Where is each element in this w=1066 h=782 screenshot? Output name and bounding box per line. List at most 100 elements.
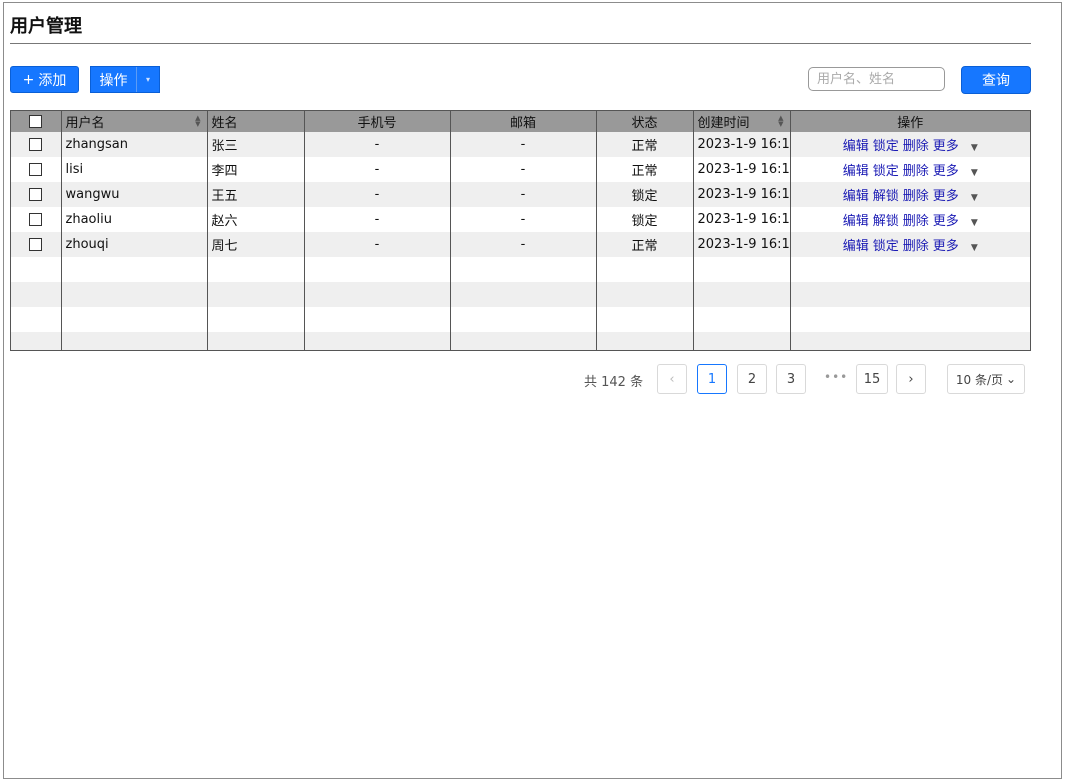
row-select-cell[interactable] (11, 182, 61, 207)
add-button-label: 添加 (38, 72, 67, 89)
page-15-button[interactable]: 15 (856, 364, 888, 394)
cell-phone: - (303, 207, 450, 232)
table-header-row: 用户名 ▲ ▼ 姓名 手机号 邮箱 状态 创建时间 ▲ ▼ 操作 (11, 111, 1030, 132)
user-table: 用户名 ▲ ▼ 姓名 手机号 邮箱 状态 创建时间 ▲ ▼ 操作 zhangsan 张… (10, 110, 1031, 351)
chevron-down-icon[interactable]: ▼ (971, 218, 978, 228)
ellipsis-icon[interactable]: ••• (824, 370, 848, 384)
table-row[interactable]: wangwu 王五 - - 锁定 2023-1-9 16:1 编辑 解锁 删除 更多 ▼ (11, 182, 1030, 207)
column-header-name: 姓名 (206, 111, 304, 132)
table-row[interactable]: zhaoliu 赵六 - - 锁定 2023-1-9 16:1 编辑 解锁 删除 更多 ▼ (11, 207, 1030, 232)
edit-link[interactable]: 编辑 (843, 139, 869, 154)
edit-link[interactable]: 编辑 (843, 214, 869, 229)
cell-email: - (449, 232, 596, 257)
empty-cell (789, 307, 1030, 332)
cell-name: 张三 (206, 132, 304, 157)
row-checkbox[interactable] (29, 188, 43, 201)
cell-username: wangwu (60, 182, 207, 207)
chevron-down-icon[interactable]: ▼ (971, 143, 978, 153)
cell-name: 李四 (206, 157, 304, 182)
empty-cell (692, 332, 790, 350)
lock-toggle-link[interactable]: 锁定 (873, 164, 899, 179)
chevron-down-icon[interactable]: ▼ (971, 243, 978, 253)
column-header-created[interactable]: 创建时间 ▲ ▼ (692, 111, 790, 132)
column-header-email: 邮箱 (449, 111, 596, 132)
sort-down-icon: ▼ (195, 120, 201, 128)
operations-button-label[interactable]: 操作 (91, 67, 137, 92)
empty-cell (595, 332, 693, 350)
lock-toggle-link[interactable]: 锁定 (873, 139, 899, 154)
empty-cell (789, 332, 1030, 350)
column-header-username[interactable]: 用户名 ▲ ▼ (60, 111, 207, 132)
row-select-cell[interactable] (11, 207, 61, 232)
row-select-cell[interactable] (11, 232, 61, 257)
edit-link[interactable]: 编辑 (843, 239, 869, 254)
empty-row (11, 282, 1030, 307)
next-page-button[interactable]: › (896, 364, 926, 394)
table-row[interactable]: lisi 李四 - - 正常 2023-1-9 16:1 编辑 锁定 删除 更多 ▼ (11, 157, 1030, 182)
edit-link[interactable]: 编辑 (843, 164, 869, 179)
delete-link[interactable]: 删除 (903, 139, 929, 154)
row-checkbox[interactable] (29, 138, 43, 151)
page-size-select[interactable]: 10 条/页 ⌄ (947, 364, 1025, 394)
chevron-down-icon: ⌄ (1006, 372, 1017, 386)
empty-cell (60, 332, 207, 350)
sort-icon[interactable]: ▲ ▼ (195, 115, 201, 128)
empty-cell (303, 257, 450, 282)
search-input[interactable] (808, 67, 945, 91)
chevron-down-icon[interactable]: ▼ (971, 193, 978, 203)
row-checkbox[interactable] (29, 163, 43, 176)
cell-actions: 编辑 锁定 删除 更多 ▼ (789, 232, 1030, 257)
cell-name: 周七 (206, 232, 304, 257)
row-checkbox[interactable] (29, 213, 43, 226)
delete-link[interactable]: 删除 (903, 239, 929, 254)
more-link[interactable]: 更多 (933, 214, 959, 229)
cell-status: 正常 (595, 157, 693, 182)
cell-actions: 编辑 锁定 删除 更多 ▼ (789, 132, 1030, 157)
empty-cell (692, 257, 790, 282)
cell-username: lisi (60, 157, 207, 182)
page-1-button[interactable]: 1 (697, 364, 727, 394)
column-header-actions: 操作 (789, 111, 1030, 132)
select-all-cell[interactable] (11, 111, 61, 132)
page-3-button[interactable]: 3 (776, 364, 806, 394)
empty-cell (692, 282, 790, 307)
cell-actions: 编辑 解锁 删除 更多 ▼ (789, 182, 1030, 207)
delete-link[interactable]: 删除 (903, 189, 929, 204)
more-link[interactable]: 更多 (933, 239, 959, 254)
chevron-down-icon[interactable]: ▼ (971, 168, 978, 178)
cell-phone: - (303, 157, 450, 182)
page-title: 用户管理 (10, 16, 82, 37)
select-all-checkbox[interactable] (29, 115, 43, 128)
sort-icon[interactable]: ▲ ▼ (778, 115, 783, 128)
more-link[interactable]: 更多 (933, 164, 959, 179)
delete-link[interactable]: 删除 (903, 214, 929, 229)
empty-cell (595, 257, 693, 282)
lock-toggle-link[interactable]: 锁定 (873, 239, 899, 254)
add-button[interactable]: + 添加 (10, 66, 79, 93)
delete-link[interactable]: 删除 (903, 164, 929, 179)
table-body: zhangsan 张三 - - 正常 2023-1-9 16:1 编辑 锁定 删除 更多 ▼ lisi… (11, 132, 1030, 350)
page-2-button[interactable]: 2 (737, 364, 767, 394)
lock-toggle-link[interactable]: 解锁 (873, 189, 899, 204)
row-select-cell[interactable] (11, 157, 61, 182)
empty-cell (303, 332, 450, 350)
empty-cell (11, 307, 61, 332)
table-row[interactable]: zhouqi 周七 - - 正常 2023-1-9 16:1 编辑 锁定 删除 更多 ▼ (11, 232, 1030, 257)
operations-dropdown-button[interactable]: 操作 ▾ (90, 66, 160, 93)
title-divider (10, 43, 1031, 44)
table-row[interactable]: zhangsan 张三 - - 正常 2023-1-9 16:1 编辑 锁定 删除 更多 ▼ (11, 132, 1030, 157)
more-link[interactable]: 更多 (933, 189, 959, 204)
cell-status: 正常 (595, 132, 693, 157)
more-link[interactable]: 更多 (933, 139, 959, 154)
query-button[interactable]: 查询 (961, 66, 1031, 94)
edit-link[interactable]: 编辑 (843, 189, 869, 204)
prev-page-button[interactable]: ‹ (657, 364, 687, 394)
cell-created: 2023-1-9 16:1 (692, 182, 790, 207)
cell-email: - (449, 207, 596, 232)
pagination: 共 142 条 ‹ 1 2 3 ••• 15 › 10 条/页 ⌄ (0, 362, 1066, 394)
empty-cell (11, 332, 61, 350)
lock-toggle-link[interactable]: 解锁 (873, 214, 899, 229)
row-checkbox[interactable] (29, 238, 43, 251)
row-select-cell[interactable] (11, 132, 61, 157)
chevron-down-icon[interactable]: ▾ (137, 67, 159, 92)
